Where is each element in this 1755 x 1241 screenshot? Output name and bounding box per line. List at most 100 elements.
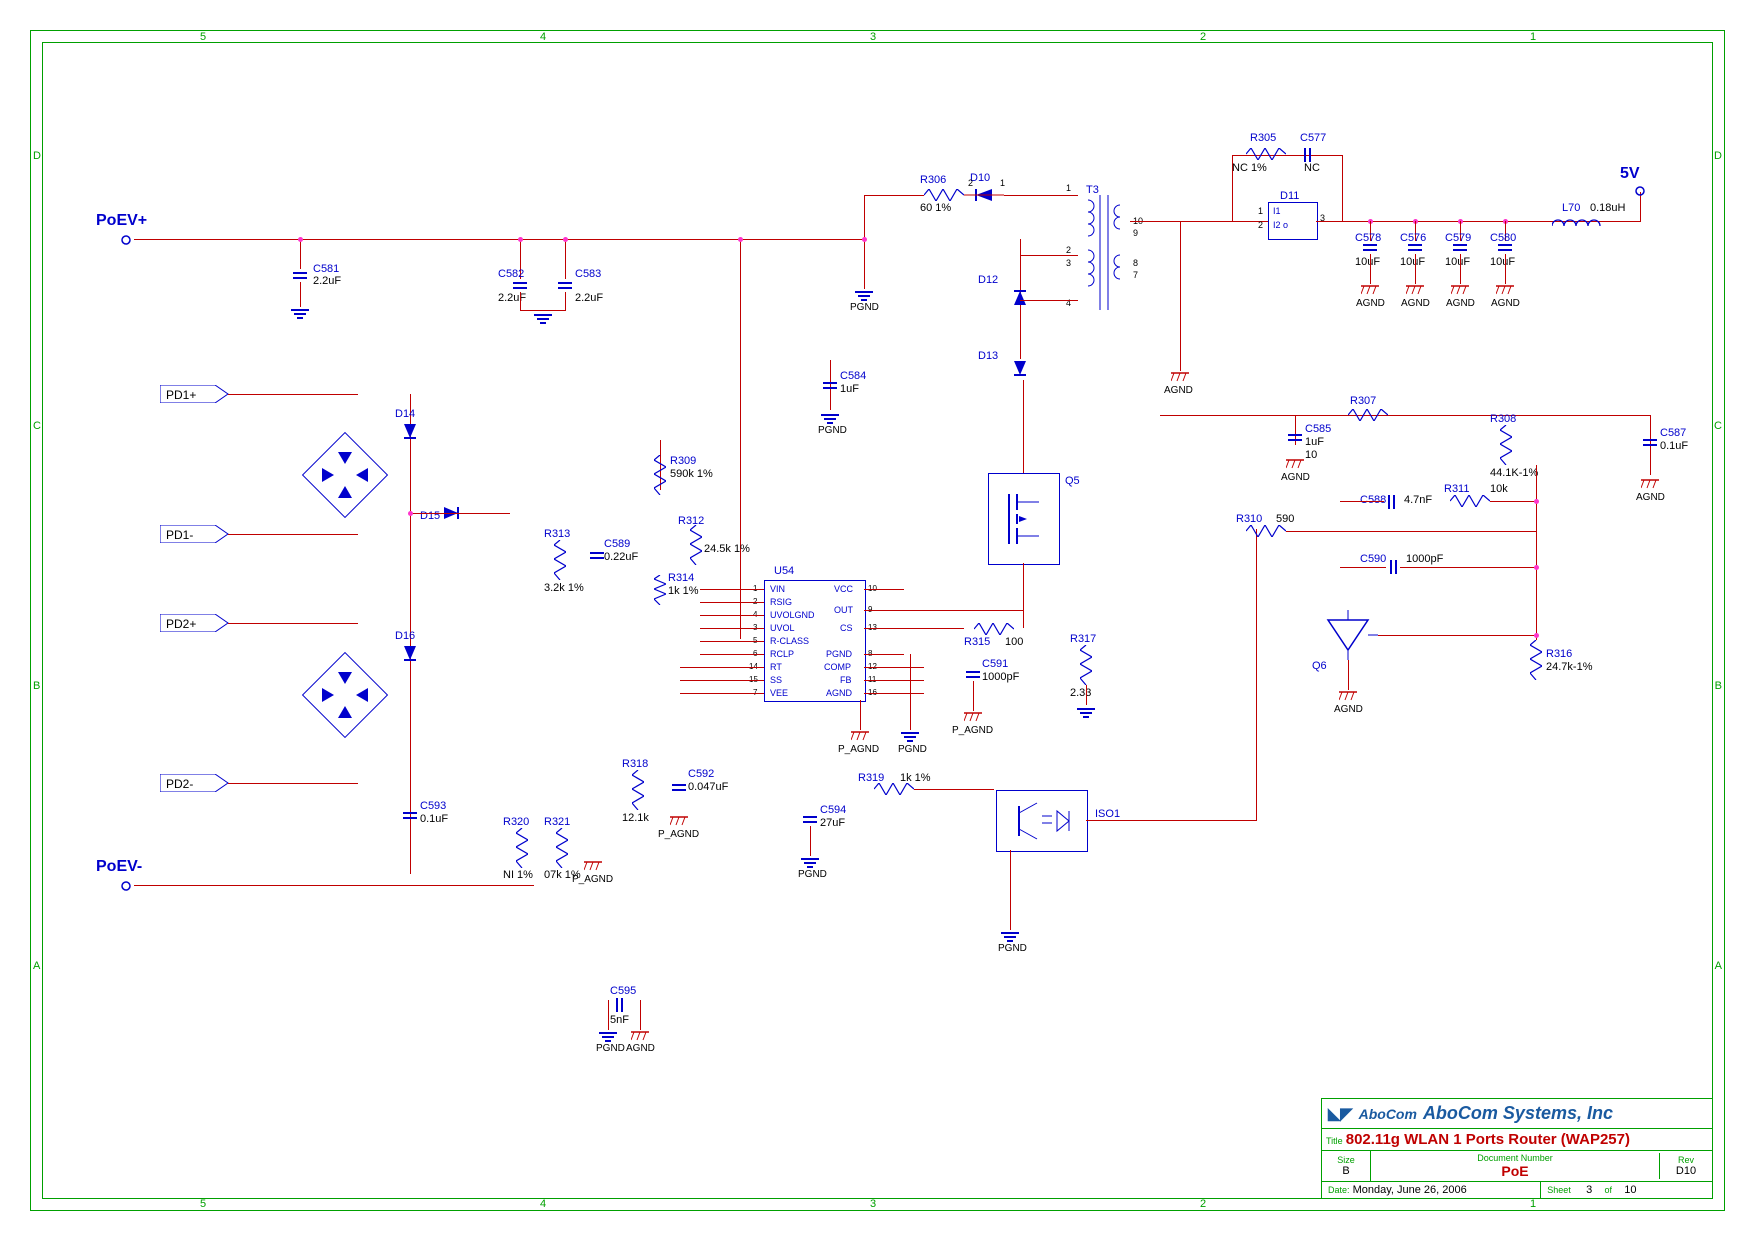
val-C591: 1000pF <box>982 671 1019 683</box>
ref-ISO1: ISO1 <box>1095 808 1120 820</box>
pgnd-label: PGND <box>850 302 879 313</box>
ref-D10: D10 <box>970 172 990 184</box>
pin-T3-3: 3 <box>1066 258 1071 268</box>
junction <box>298 237 303 242</box>
wire <box>700 602 764 603</box>
wire <box>228 783 358 784</box>
wire <box>910 654 911 730</box>
opto-ISO1 <box>996 790 1088 852</box>
val-C581: 2.2uF <box>313 275 341 287</box>
zone-col-3-bot: 3 <box>870 1198 876 1210</box>
inductor-L70 <box>1552 214 1602 233</box>
zone-col-5-top: 5 <box>200 31 206 43</box>
wire <box>700 628 764 629</box>
ref-L70: L70 <box>1562 202 1580 214</box>
wire <box>864 195 924 196</box>
net-5v: 5V <box>1620 165 1640 183</box>
wire <box>860 700 861 730</box>
ref-R321: R321 <box>544 816 570 828</box>
zone-col-2-top: 2 <box>1200 31 1206 43</box>
circle-5v <box>1635 183 1645 201</box>
cap-C582 <box>513 278 527 292</box>
res-R306 <box>924 189 964 201</box>
wire <box>864 589 904 590</box>
p_agnd-label: P_AGND <box>658 829 699 840</box>
label-PD2p: PD2+ <box>166 617 196 631</box>
wire <box>520 310 566 311</box>
gnd-pgnd <box>1077 706 1095 718</box>
ref-R314: R314 <box>668 572 694 584</box>
pgnd-label: PGND <box>898 744 927 755</box>
ref-C585: C585 <box>1305 423 1331 435</box>
p_agnd-label: P_AGND <box>838 744 879 755</box>
wire <box>864 680 924 681</box>
ref-R317: R317 <box>1070 633 1096 645</box>
val-R320: NI 1% <box>503 869 533 881</box>
gnd-agnd <box>1406 284 1424 298</box>
d11-p2: 2 <box>1258 220 1263 230</box>
sheet-total: 10 <box>1624 1184 1636 1196</box>
ref-C582: C582 <box>498 268 524 280</box>
val-R315: 100 <box>1005 636 1023 648</box>
d11-p1: 1 <box>1258 206 1263 216</box>
wire <box>134 885 534 886</box>
val-R318: 12.1k <box>622 812 649 824</box>
ref-C587: C587 <box>1660 427 1686 439</box>
wire <box>864 195 865 239</box>
val-C594: 27uF <box>820 817 845 829</box>
val-C589: 0.22uF <box>604 551 638 563</box>
wire <box>565 292 566 310</box>
date-label: Date: <box>1328 1185 1350 1195</box>
wire <box>1086 685 1087 705</box>
zone-col-1-bot: 1 <box>1530 1198 1536 1210</box>
transformer-T3 <box>1078 195 1130 310</box>
wire <box>520 292 521 310</box>
junction <box>563 237 568 242</box>
zone-col-1-top: 1 <box>1530 31 1536 43</box>
val-C584: 1uF <box>840 383 859 395</box>
u54-rclp: RCLP <box>770 649 794 659</box>
val-C579: 10uF <box>1445 256 1470 268</box>
wire <box>228 623 358 624</box>
zone-col-4-bot: 4 <box>540 1198 546 1210</box>
wire <box>700 615 764 616</box>
label-PD1m: PD1- <box>166 528 193 542</box>
wire <box>1340 501 1384 502</box>
gnd-agnd <box>1286 458 1304 472</box>
zone-row-D-r: D <box>1714 150 1722 162</box>
ref-R319: R319 <box>858 772 884 784</box>
val-R306: 60 1% <box>920 202 951 214</box>
wire <box>1286 531 1536 532</box>
res-R317 <box>1080 645 1092 690</box>
res-R320 <box>516 828 528 873</box>
val-R307: 10 <box>1305 449 1317 461</box>
gnd-p_agnd <box>584 860 602 874</box>
junction <box>518 237 523 242</box>
ref-C594: C594 <box>820 804 846 816</box>
val-R313: 3.2k 1% <box>544 582 584 594</box>
zone-col-2-bot: 2 <box>1200 1198 1206 1210</box>
ref-C590: C590 <box>1360 553 1386 565</box>
res-R319 <box>874 783 914 795</box>
pin-T3-7: 7 <box>1133 270 1138 280</box>
ref-C592: C592 <box>688 768 714 780</box>
wire <box>1086 820 1256 821</box>
docnum-value: PoE <box>1377 1163 1653 1179</box>
ref-C595: C595 <box>610 985 636 997</box>
res-R307 <box>1348 409 1388 421</box>
cap-C595 <box>612 998 626 1012</box>
val-R312: 24.5k 1% <box>704 543 750 555</box>
u54-agnd: AGND <box>826 688 852 698</box>
cap-C589 <box>590 548 604 562</box>
res-R312 <box>690 525 702 570</box>
junction <box>738 237 743 242</box>
zone-col-4-top: 4 <box>540 31 546 43</box>
wire <box>410 790 411 810</box>
u54-vcc: VCC <box>834 584 853 594</box>
wire <box>1023 563 1024 628</box>
sheet-n: 3 <box>1586 1184 1592 1196</box>
val-C576: 10uF <box>1400 256 1425 268</box>
agnd-label: AGND <box>1334 704 1363 715</box>
ref-R310: R310 <box>1236 513 1262 525</box>
company-name: AboCom Systems, Inc <box>1423 1103 1613 1124</box>
